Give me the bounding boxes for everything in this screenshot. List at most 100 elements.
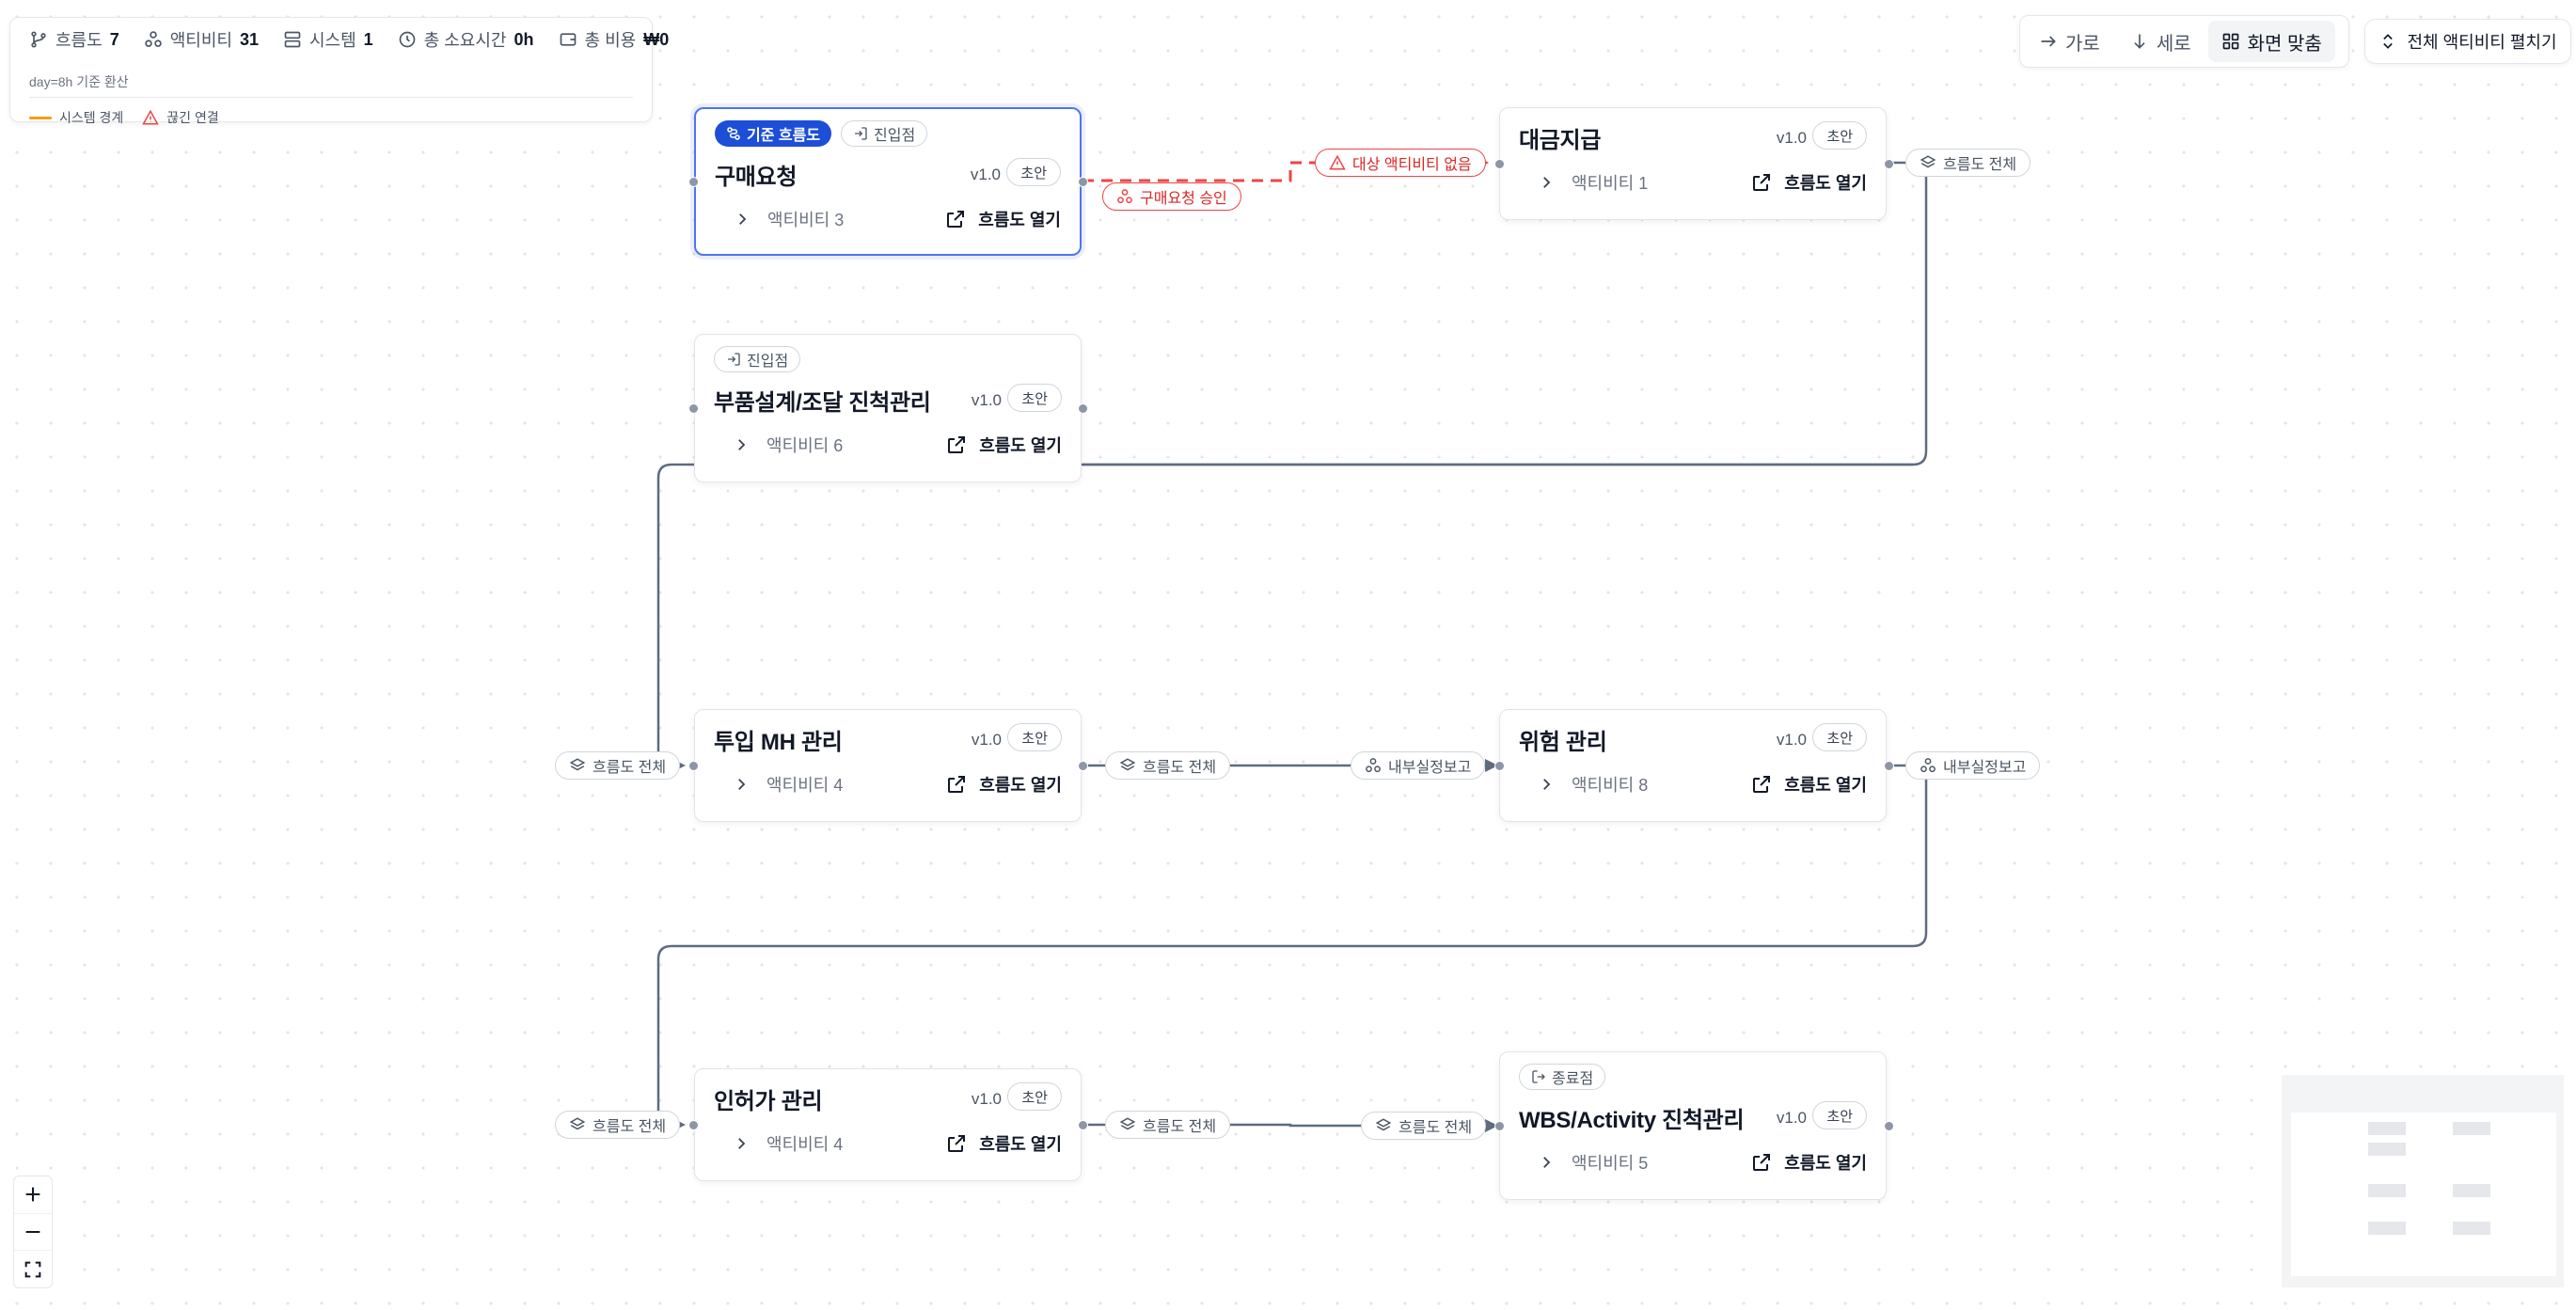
edge-label-text: 구매요청 승인: [1140, 191, 1227, 207]
fullscreen-icon: [24, 1261, 41, 1278]
edge-label-text: 흐름도 전체: [1943, 157, 2017, 173]
edge-label-internal-report[interactable]: 내부실정보고: [1351, 751, 1486, 780]
zoom-out-button[interactable]: [14, 1214, 52, 1252]
node-title: 구매요청: [715, 165, 798, 190]
node-handle[interactable]: [1078, 1120, 1088, 1130]
horizontal-layout-button[interactable]: 가로: [2026, 21, 2113, 62]
open-flow-button[interactable]: 흐름도 열기: [945, 772, 1062, 797]
activities-toggle[interactable]: 액티비티 5: [1519, 1150, 1648, 1175]
node-handle[interactable]: [1884, 1121, 1894, 1131]
login-icon: [855, 127, 867, 140]
minimap-node: [2368, 1122, 2406, 1135]
activities-toggle[interactable]: 액티비티 8: [1519, 772, 1648, 797]
flow-node-wbs[interactable]: 종료점 WBS/Activity 진척관리 v1.0 초안 액티비티 5 흐름도…: [1499, 1051, 1887, 1200]
edge-label-whole-flow[interactable]: 흐름도 전체: [1361, 1112, 1487, 1140]
node-title: 부품설계/조달 진척관리: [714, 390, 931, 416]
chevron-right-icon: [739, 213, 747, 225]
activities-toggle[interactable]: 액티비티 4: [714, 1131, 843, 1156]
node-handle[interactable]: [1494, 159, 1505, 169]
edge-label-text: 흐름도 전체: [593, 760, 667, 776]
node-handle[interactable]: [688, 403, 699, 414]
node-title: WBS/Activity 진척관리: [1519, 1108, 1745, 1133]
stat-time-value: 0h: [514, 29, 534, 49]
edge-label-whole-flow[interactable]: 흐름도 전체: [1905, 149, 2031, 177]
node-status-badge: 초안: [1812, 121, 1867, 150]
stat-flows-value: 7: [109, 29, 119, 49]
edge-label-whole-flow[interactable]: 흐름도 전체: [555, 751, 681, 780]
minimap-viewport[interactable]: [2291, 1113, 2556, 1276]
chevron-right-icon: [1543, 177, 1551, 188]
minimap[interactable]: [2282, 1075, 2564, 1287]
node-version: v1.0: [1776, 731, 1807, 749]
edge-label-whole-flow[interactable]: 흐름도 전체: [555, 1111, 681, 1139]
activities-toggle[interactable]: 액티비티 6: [714, 433, 843, 457]
chevrons-up-down-icon: [2383, 34, 2394, 49]
minimap-node: [2453, 1184, 2490, 1197]
open-flow-button[interactable]: 흐름도 열기: [1750, 1150, 1867, 1175]
stat-flows-label: 흐름도: [55, 31, 103, 50]
edge-label-missing-target[interactable]: 대상 액티비티 없음: [1315, 149, 1486, 177]
open-flow-button[interactable]: 흐름도 열기: [1750, 170, 1867, 195]
zoom-in-button[interactable]: [14, 1176, 52, 1214]
fit-view-button[interactable]: 화면 맞춤: [2207, 21, 2335, 62]
edge-label-whole-flow[interactable]: 흐름도 전체: [1105, 751, 1231, 780]
flow-node-parts[interactable]: 진입점 부품설계/조달 진척관리 v1.0 초안 액티비티 6 흐름도 열기: [694, 334, 1082, 482]
expand-all-label: 전체 액티비티 펼치기: [2407, 33, 2557, 52]
node-handle[interactable]: [688, 1120, 699, 1130]
flow-node-mh[interactable]: 투입 MH 관리 v1.0 초안 액티비티 4 흐름도 열기: [694, 709, 1082, 822]
activity-cluster-icon: [1366, 758, 1381, 773]
node-version: v1.0: [970, 166, 1001, 183]
edge-label-whole-flow[interactable]: 흐름도 전체: [1105, 1111, 1231, 1139]
layers-icon: [1375, 1118, 1392, 1131]
expand-all-activities-button[interactable]: 전체 액티비티 펼치기: [2364, 19, 2571, 64]
edge-label-internal-report[interactable]: 내부실정보고: [1905, 751, 2041, 780]
flow-node-risk[interactable]: 위험 관리 v1.0 초안 액티비티 8 흐름도 열기: [1499, 709, 1887, 822]
vertical-layout-button[interactable]: 세로: [2117, 21, 2205, 62]
node-handle[interactable]: [1884, 159, 1894, 169]
flow-node-permit[interactable]: 인허가 관리 v1.0 초안 액티비티 4 흐름도 열기: [694, 1068, 1082, 1181]
activities-count: 액티비티 1: [1572, 174, 1649, 193]
external-link-icon: [1753, 1154, 1771, 1171]
external-link-icon: [948, 1135, 966, 1152]
activities-toggle[interactable]: 액티비티 1: [1519, 170, 1648, 195]
open-flow-button[interactable]: 흐름도 열기: [945, 1131, 1062, 1156]
external-link-icon: [948, 776, 966, 793]
node-handle[interactable]: [1078, 761, 1088, 771]
minimap-node: [2453, 1222, 2490, 1235]
open-flow-label: 흐름도 열기: [979, 776, 1062, 795]
fit-view-control-button[interactable]: [14, 1251, 52, 1287]
activity-cluster-icon: [1920, 758, 1936, 773]
node-handle[interactable]: [688, 761, 699, 771]
node-version: v1.0: [971, 391, 1002, 409]
edge-label-text: 내부실정보고: [1388, 760, 1472, 776]
stat-systems-value: 1: [363, 29, 373, 49]
entry-point-badge: 진입점: [841, 120, 928, 147]
node-handle[interactable]: [1494, 761, 1505, 771]
clock-icon: [399, 31, 416, 48]
open-flow-button[interactable]: 흐름도 열기: [1750, 772, 1867, 797]
entry-point-label: 진입점: [874, 128, 916, 144]
logout-icon: [1532, 1070, 1545, 1083]
node-handle[interactable]: [1078, 177, 1088, 187]
node-handle[interactable]: [688, 177, 699, 187]
arrow-down-icon: [2134, 34, 2145, 49]
edge-label-text: 흐름도 전체: [1143, 1119, 1217, 1135]
open-flow-label: 흐름도 열기: [1784, 174, 1867, 193]
flow-node-payment[interactable]: 대금지급 v1.0 초안 액티비티 1 흐름도 열기: [1499, 107, 1887, 220]
node-handle[interactable]: [1494, 1121, 1505, 1131]
node-handle[interactable]: [1884, 761, 1894, 771]
activity-cluster-icon: [144, 31, 162, 47]
flow-node-purchase[interactable]: 기준 흐름도 진입점 구매요청 v1.0 초안 액티비티 3 흐름도 열기: [694, 107, 1082, 256]
minimap-node: [2368, 1184, 2406, 1197]
activities-toggle[interactable]: 액티비티 4: [714, 772, 843, 797]
node-version: v1.0: [1776, 1109, 1807, 1127]
node-version: v1.0: [1776, 129, 1807, 147]
open-flow-button[interactable]: 흐름도 열기: [945, 433, 1062, 457]
node-status-badge: 초안: [1007, 723, 1062, 751]
node-title: 인허가 관리: [714, 1089, 823, 1114]
layers-icon: [569, 1117, 586, 1130]
edge-label-purchase-approval[interactable]: 구매요청 승인: [1102, 182, 1241, 211]
open-flow-button[interactable]: 흐름도 열기: [944, 207, 1061, 231]
activities-toggle[interactable]: 액티비티 3: [715, 207, 844, 231]
node-handle[interactable]: [1078, 403, 1088, 414]
